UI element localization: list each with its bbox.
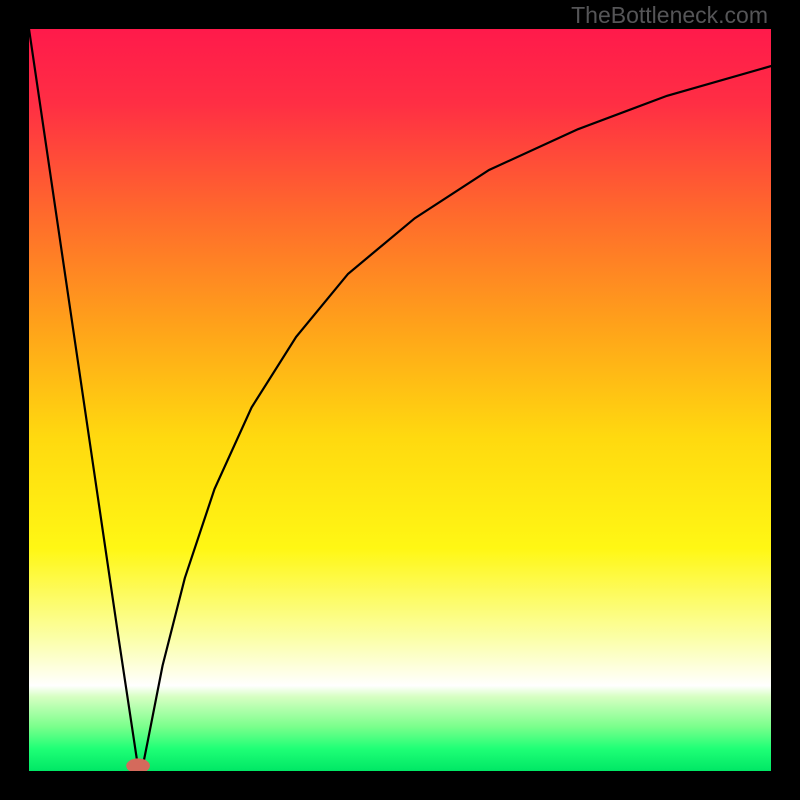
bottleneck-chart (29, 29, 771, 771)
gradient-background (29, 29, 771, 771)
watermark-text: TheBottleneck.com (571, 2, 768, 29)
chart-frame (29, 29, 771, 771)
